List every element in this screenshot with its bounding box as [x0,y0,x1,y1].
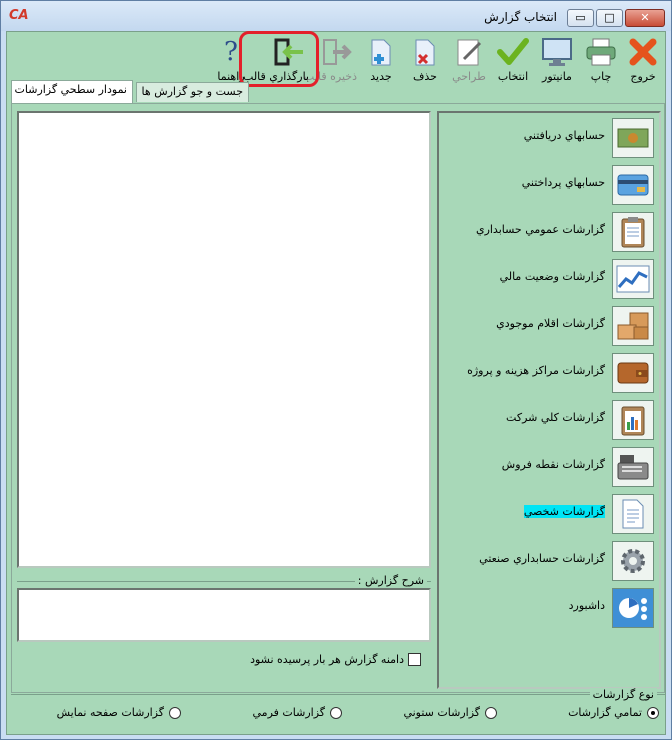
client-area: خروج چاپ مانيتور انتخاب طراحي حذف جديد ذ… [6,31,666,735]
category-label: حسابهاي دريافتني [523,129,605,142]
exit-button[interactable]: خروج [623,34,663,84]
delete-button[interactable]: حذف [405,34,445,84]
dashboard-icon [612,588,654,628]
radio-all[interactable] [647,706,659,719]
category-receivables[interactable]: حسابهاي دريافتني [439,116,659,160]
category-payables[interactable]: حسابهاي پرداختني [439,163,659,207]
report-type-screen[interactable]: گزارشات صفحه نمايش [57,706,181,719]
category-label: حسابهاي پرداختني [521,176,605,189]
report-category-list: حسابهاي دريافتني حسابهاي پرداختني گزارشا… [437,111,661,689]
category-financial-status[interactable]: گزارشات وضعيت مالي [439,257,659,301]
design-label: طراحي [452,70,486,83]
description-field[interactable] [17,588,431,642]
report-preview-area[interactable] [17,111,431,568]
new-label: جديد [370,70,392,83]
select-button[interactable]: انتخاب [493,34,533,84]
category-inventory[interactable]: گزارشات اقلام موجودي [439,304,659,348]
category-label: گزارشات عمومي حسابداري [475,223,605,236]
dont-ask-range-checkbox[interactable] [408,653,421,666]
category-label: گزارشات شخصي [523,505,605,518]
delete-page-icon [409,36,441,68]
report-type-title: نوع گزارشات [589,688,657,701]
exit-icon [627,36,659,68]
category-company-overview[interactable]: گزارشات كلي شركت [439,398,659,442]
design-icon [453,36,485,68]
report-type-form[interactable]: گزارشات فرمي [253,706,342,719]
category-label: گزارشات حسابداري صنعتي [479,552,605,565]
delete-label: حذف [413,70,437,83]
report-type-all[interactable]: تمامي گزارشات [568,706,659,719]
receivables-icon [612,118,654,158]
print-label: چاپ [590,70,612,83]
maximize-button[interactable]: □ [596,9,623,27]
checkmark-icon [497,36,529,68]
save-template-icon [321,36,353,68]
category-label: گزارشات كلي شركت [506,411,605,424]
select-label: انتخاب [497,70,529,83]
save-template-button: ذخيره قالب [303,34,357,84]
bar-chart-icon [612,400,654,440]
radio-form[interactable] [330,706,342,719]
tab-panel: شرح گزارش : دامنه گزارش هر بار پرسيده نش… [11,103,665,693]
category-label: گزارشات مراكز هزينه و پروژه [467,364,605,377]
clipboard-icon [612,212,654,252]
document-icon [612,494,654,534]
category-personal[interactable]: گزارشات شخصي [439,492,659,536]
tab-tree-view[interactable]: نمودار سطحي گزارشات [11,80,133,103]
category-point-of-sale[interactable]: گزارشات نقطه فروش [439,445,659,489]
category-industrial-accounting[interactable]: گزارشات حسابداري صنعتي [439,539,659,583]
printer-icon [585,36,617,68]
save-template-label: ذخيره قالب [303,70,357,83]
load-template-highlight [239,31,319,87]
category-label: گزارشات اقلام موجودي [496,317,605,330]
close-button[interactable]: ✕ [625,9,665,27]
category-general-accounting[interactable]: گزارشات عمومي حسابداري [439,210,659,254]
monitor-button[interactable]: مانيتور [537,34,577,84]
dont-ask-range-option[interactable]: دامنه گزارش هر بار پرسيده نشود [250,653,421,666]
line-chart-icon [612,259,654,299]
new-page-icon [365,36,397,68]
monitor-icon [541,36,573,68]
description-group: شرح گزارش : دامنه گزارش هر بار پرسيده نش… [17,574,431,689]
design-button: طراحي [449,34,489,84]
monitor-label: مانيتور [542,70,572,83]
category-label: گزارشات نقطه فروش [501,458,605,471]
new-button[interactable]: جديد [361,34,401,84]
description-label: شرح گزارش : [354,574,427,587]
toolbar: خروج چاپ مانيتور انتخاب طراحي حذف جديد ذ… [7,31,665,87]
category-label: گزارشات وضعيت مالي [499,270,605,283]
wallet-icon [612,353,654,393]
boxes-icon [612,306,654,346]
category-cost-centers[interactable]: گزارشات مراكز هزينه و پروژه [439,351,659,395]
tab-search[interactable]: جست و جو گزارش ها [136,82,249,102]
radio-screen[interactable] [169,706,181,719]
report-type-group: نوع گزارشات تمامي گزارشات گزارشات ستوني … [11,688,665,732]
window-title: انتخاب گزارش [484,10,557,24]
payables-icon [612,165,654,205]
category-dashboard[interactable]: داشبورد [439,586,659,630]
gear-icon [612,541,654,581]
report-selection-window: CA انتخاب گزارش ▭ □ ✕ خروج چاپ مانيتور ا… [0,0,672,740]
minimize-button[interactable]: ▭ [567,9,594,27]
radio-columnar[interactable] [485,706,497,719]
report-type-columnar[interactable]: گزارشات ستوني [403,706,497,719]
title-bar: CA انتخاب گزارش ▭ □ ✕ [1,1,671,31]
print-button[interactable]: چاپ [581,34,621,84]
app-logo-icon: CA [9,8,29,23]
cash-register-icon [612,447,654,487]
category-label: داشبورد [568,599,605,612]
dont-ask-range-label: دامنه گزارش هر بار پرسيده نشود [250,653,404,666]
exit-label: خروج [630,70,656,83]
